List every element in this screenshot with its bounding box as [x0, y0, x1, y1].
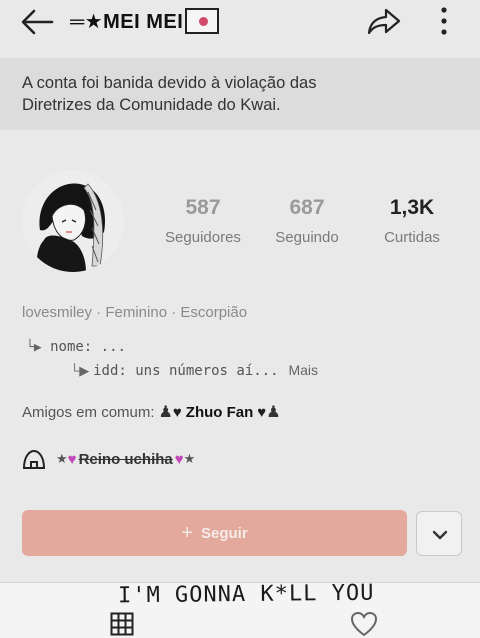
bio-more-link[interactable]: Mais [288, 362, 318, 378]
plus-icon: + [181, 521, 193, 544]
grid-icon [110, 612, 134, 636]
avatar[interactable] [22, 170, 124, 272]
likes-count: 1,3K [389, 196, 435, 219]
chevron-down-icon [432, 530, 448, 540]
black-heart-icon: ♥ [257, 403, 267, 421]
mutual-friends-label: Amigos em comum: [22, 403, 155, 421]
bio-line-1-text: nome: ... [50, 339, 126, 355]
overlay-caption: I'M GONNA K*LL YOU [117, 580, 375, 609]
mutual-friend-name: Zhuo Fan [185, 403, 254, 421]
ban-notice-line2: Diretrizes da Comunidade do Kwai. [22, 96, 281, 114]
arrow-left-icon [21, 9, 54, 35]
stat-following[interactable]: 687 Seguindo [266, 196, 348, 246]
share-arrow-icon [367, 8, 401, 35]
bio-line-1: └▶ nome: ... [26, 339, 126, 355]
profile-title-text: ═★MEI MEI [70, 10, 184, 33]
ban-notice-line1: A conta foi banida devido à violação das [22, 74, 317, 92]
family-badge[interactable]: ★ ♥ Reino uchiha ♥ ★ [22, 449, 195, 469]
follow-label: Seguir [201, 524, 248, 542]
japan-flag-icon [185, 8, 220, 34]
tab-liked[interactable] [350, 611, 378, 637]
followers-count: 587 [185, 196, 221, 219]
corner-arrow-icon: └▶ [70, 363, 90, 378]
star-icon: ★ [56, 451, 68, 466]
family-name: Reino uchiha [78, 450, 173, 468]
star-icon: ★ [183, 451, 196, 466]
profile-title: ═★MEI MEI [70, 8, 220, 34]
following-label: Seguindo [275, 229, 339, 246]
share-button[interactable] [366, 6, 402, 36]
likes-label: Curtidas [384, 229, 440, 246]
family-house-icon [22, 449, 46, 469]
following-count: 687 [289, 196, 325, 219]
follow-button[interactable]: + Seguir [22, 510, 407, 556]
chess-pawn-icon: ♟ [266, 404, 281, 421]
vertical-dots-icon [441, 7, 447, 35]
profile-meta: lovesmiley · Feminino · Escorpião [22, 304, 248, 321]
bio-line-2-text: idd: uns números aí... [93, 363, 279, 379]
pink-hearts-icon: ♥ [67, 450, 77, 468]
pink-hearts-icon: ♥ [174, 450, 184, 468]
bio-line-2: └▶ idd: uns números aí... Mais [70, 362, 318, 379]
stat-likes[interactable]: 1,3K Curtidas [374, 196, 450, 246]
anime-avatar-image [22, 170, 124, 272]
stat-followers[interactable]: 587 Seguidores [160, 196, 246, 246]
more-options-button[interactable] [430, 4, 458, 38]
suggestions-dropdown-button[interactable] [416, 511, 462, 556]
chess-pawn-icon: ♟ [158, 404, 173, 421]
back-button[interactable] [18, 6, 58, 38]
top-bar: ═★MEI MEI [0, 0, 480, 44]
tab-posts-grid[interactable] [110, 612, 134, 636]
black-heart-icon: ♥ [172, 403, 182, 421]
followers-label: Seguidores [165, 229, 241, 246]
mutual-friends[interactable]: Amigos em comum: ♟ ♥ Zhuo Fan ♥ ♟ [22, 402, 281, 422]
heart-outline-icon [350, 611, 378, 637]
corner-arrow-icon: └▶ [26, 340, 42, 355]
ban-notice-banner: A conta foi banida devido à violação das… [0, 58, 480, 130]
